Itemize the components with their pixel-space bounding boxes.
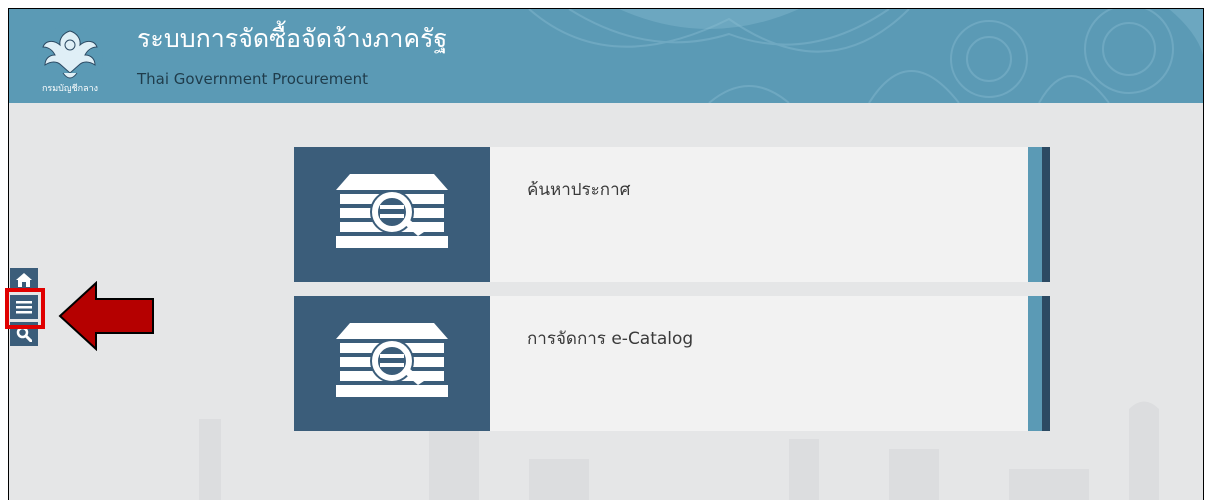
- tile-search-announcement[interactable]: ค้นหาประกาศ: [294, 147, 1050, 282]
- tile-icon-panel: [294, 296, 490, 431]
- tile-label: ค้นหาประกาศ: [527, 180, 631, 200]
- tile-accent-bar: [1028, 147, 1050, 282]
- app-window: กรมบัญชีกลาง ระบบการจัดซื้อจัดจ้างภาครัฐ…: [8, 8, 1204, 500]
- catalog-search-icon: [336, 323, 448, 397]
- logo-caption: กรมบัญชีกลาง: [42, 83, 98, 94]
- annotation-highlight-box: [5, 288, 45, 329]
- tile-icon-panel: [294, 147, 490, 282]
- site-subtitle: Thai Government Procurement: [137, 70, 368, 88]
- site-title: ระบบการจัดซื้อจัดจ้างภาครัฐ: [137, 24, 448, 53]
- tile-e-catalog[interactable]: การจัดการ e-Catalog: [294, 296, 1050, 431]
- tile-label: การจัดการ e-Catalog: [527, 329, 694, 349]
- annotation-arrow-icon: [58, 281, 154, 351]
- garuda-logo-icon: กรมบัญชีกลาง: [37, 25, 103, 94]
- tile-accent-bar: [1028, 296, 1050, 431]
- home-icon: [16, 273, 32, 287]
- menu-tiles: ค้นหาประกาศ การจัดการ e-Catalog: [294, 147, 1050, 445]
- site-header: กรมบัญชีกลาง ระบบการจัดซื้อจัดจ้างภาครัฐ…: [9, 9, 1203, 103]
- search-announcement-icon: [336, 174, 448, 248]
